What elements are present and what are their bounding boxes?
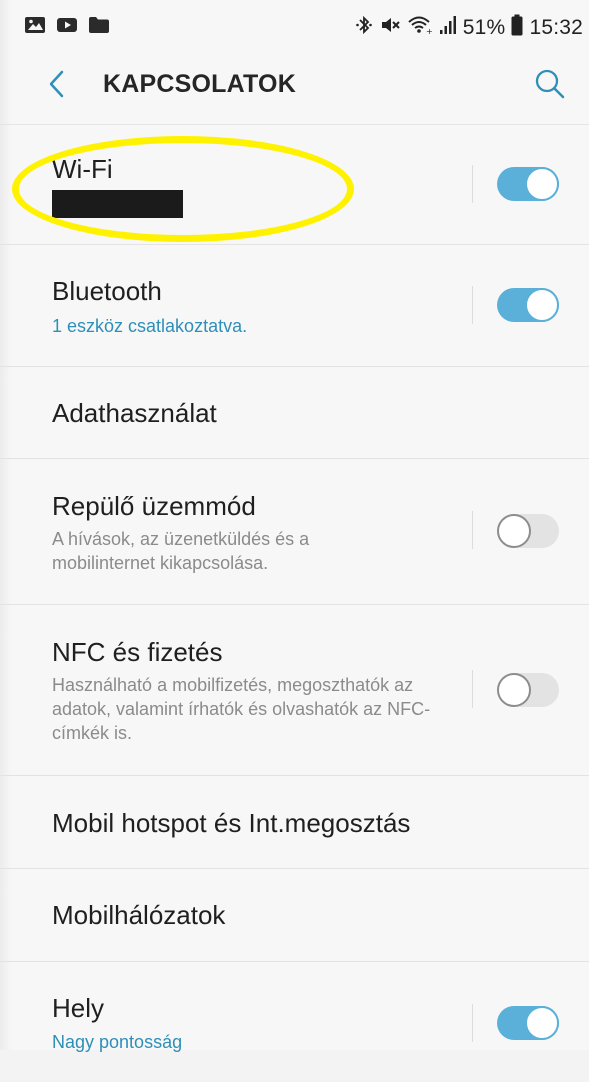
search-button[interactable] — [530, 66, 570, 106]
battery-icon — [511, 14, 523, 42]
clock: 15:32 — [529, 16, 583, 39]
setting-title-airplane-mode: Repülő üzemmód — [52, 491, 256, 521]
toggle-knob — [497, 514, 531, 548]
folder-icon — [88, 16, 110, 39]
setting-row-location[interactable]: Hely Nagy pontosság — [0, 962, 589, 1082]
row-divider — [472, 1004, 473, 1042]
setting-subtitle-nfc: Használható a mobilfizetés, megoszthatók… — [52, 675, 431, 743]
setting-row-mobile-networks[interactable]: Mobilhálózatok — [0, 869, 589, 962]
toggle-knob — [525, 288, 559, 322]
setting-title-data-usage: Adathasználat — [52, 398, 217, 428]
setting-title-wifi: Wi-Fi — [52, 154, 113, 184]
chevron-left-icon — [47, 69, 67, 104]
setting-title-nfc: NFC és fizetés — [52, 637, 223, 667]
setting-title-location: Hely — [52, 993, 105, 1023]
page-title: KAPCSOLATOK — [103, 70, 296, 98]
airplane-mode-toggle[interactable] — [497, 514, 559, 548]
settings-list: Wi-Fi Bluetooth 1 eszköz csatlakoztatva.… — [0, 124, 589, 1082]
setting-row-airplane-mode[interactable]: Repülő üzemmód A hívások, az üzenetküldé… — [0, 459, 589, 605]
bluetooth-toggle[interactable] — [497, 288, 559, 322]
row-divider — [472, 670, 473, 708]
search-icon — [534, 68, 566, 105]
setting-subtitle-bluetooth: 1 eszköz csatlakoztatva. — [52, 316, 248, 336]
bluetooth-icon — [355, 14, 373, 42]
back-button[interactable] — [42, 68, 72, 104]
setting-row-hotspot[interactable]: Mobil hotspot és Int.megosztás — [0, 776, 589, 869]
setting-row-bluetooth[interactable]: Bluetooth 1 eszköz csatlakoztatva. — [0, 245, 589, 367]
video-icon — [56, 16, 78, 39]
setting-title-bluetooth: Bluetooth — [52, 276, 162, 306]
app-bar: KAPCSOLATOK — [0, 48, 589, 125]
row-divider — [472, 286, 473, 324]
status-right-indicators: + 51% 15:32 — [355, 14, 583, 42]
battery-percent: 51% — [462, 16, 506, 39]
row-divider — [472, 511, 473, 549]
signal-icon — [439, 15, 457, 41]
toggle-knob — [497, 673, 531, 707]
status-bar: + 51% 15:32 — [0, 0, 589, 48]
settings-screen: + 51% 15:32 KAPCSOLATOK Wi-Fi Bluetooth … — [0, 0, 589, 1052]
setting-subtitle-airplane-mode: A hívások, az üzenetküldés és a mobilint… — [52, 529, 310, 573]
status-left-icons — [24, 16, 110, 39]
redacted-network-name — [52, 190, 183, 218]
setting-title-hotspot: Mobil hotspot és Int.megosztás — [52, 808, 411, 838]
setting-row-nfc[interactable]: NFC és fizetés Használható a mobilfizeté… — [0, 605, 589, 776]
mute-icon — [379, 14, 401, 42]
setting-subtitle-location: Nagy pontosság — [52, 1032, 183, 1052]
location-toggle[interactable] — [497, 1006, 559, 1040]
toggle-knob — [525, 1006, 559, 1040]
setting-row-wifi[interactable]: Wi-Fi — [0, 124, 589, 245]
setting-title-mobile-networks: Mobilhálózatok — [52, 900, 226, 930]
wifi-icon: + — [407, 14, 433, 42]
wifi-toggle[interactable] — [497, 167, 559, 201]
svg-text:+: + — [426, 27, 433, 36]
nfc-toggle[interactable] — [497, 673, 559, 707]
toggle-knob — [525, 167, 559, 201]
image-icon — [24, 16, 46, 39]
setting-row-data-usage[interactable]: Adathasználat — [0, 367, 589, 459]
row-divider — [472, 165, 473, 203]
